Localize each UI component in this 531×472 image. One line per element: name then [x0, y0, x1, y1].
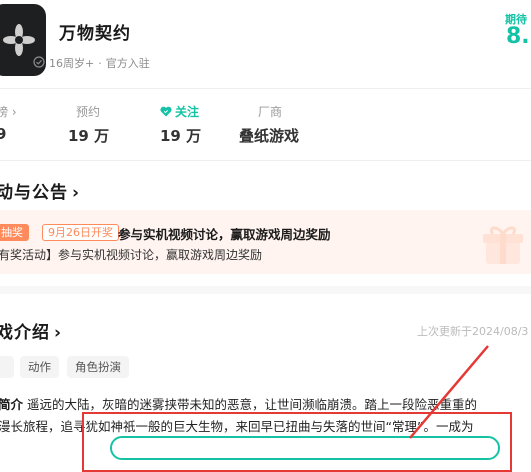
annotation-arrow — [409, 345, 489, 439]
